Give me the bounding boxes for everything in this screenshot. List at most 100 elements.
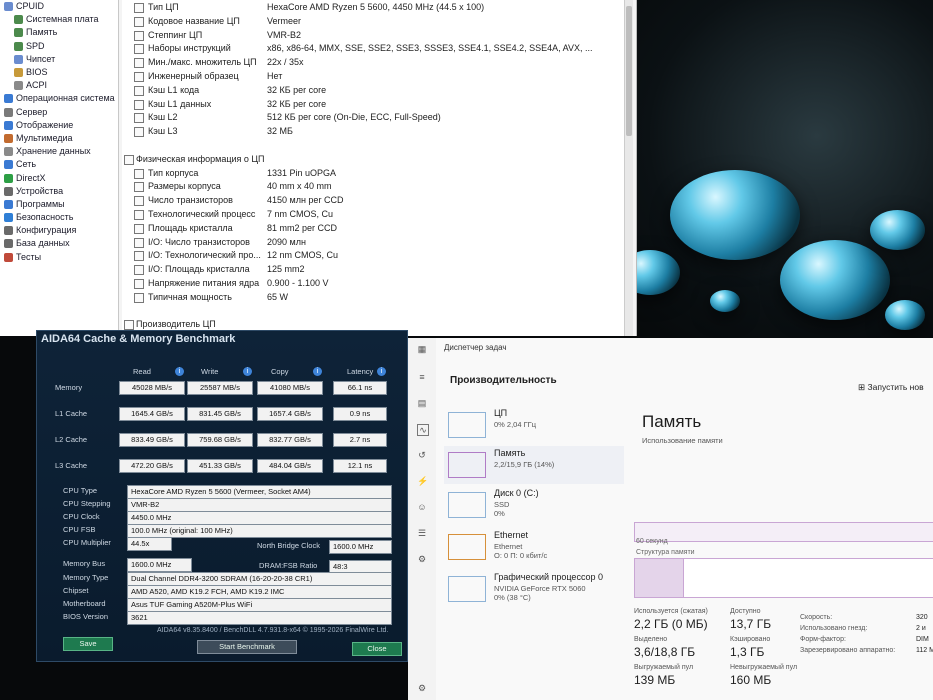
- property-row[interactable]: Степпинг ЦП VMR-B2: [122, 29, 622, 42]
- property-label: Кэш L1 данных: [148, 98, 212, 109]
- property-row[interactable]: Кэш L1 данных 32 КБ per core: [122, 98, 622, 111]
- property-value: HexaCore AMD Ryzen 5 5600, 4450 MHz (44.…: [267, 2, 485, 12]
- performance-item[interactable]: Ethernet Ethernet О: 0 П: 0 кбит/с: [444, 528, 624, 566]
- details-icon[interactable]: ☰: [417, 528, 427, 538]
- startup-icon[interactable]: ⚡: [417, 476, 428, 486]
- cpu-stepping-label: CPU Stepping: [63, 499, 111, 508]
- property-row[interactable]: Наборы инструкций x86, x86-64, MMX, SSE, …: [122, 42, 622, 55]
- property-row[interactable]: Кэш L2 512 КБ per core (On-Die, ECC, Full…: [122, 111, 622, 124]
- performance-item-sub: 0% 2,04 ГГц: [494, 420, 537, 429]
- memory-stat-value: 13,7 ГБ: [730, 617, 772, 631]
- start-benchmark-button[interactable]: Start Benchmark: [197, 640, 297, 654]
- performance-item[interactable]: ЦП 0% 2,04 ГГц: [444, 406, 624, 444]
- info-icon[interactable]: i: [377, 367, 386, 376]
- property-row[interactable]: Число транзисторов 4150 млн per CCD: [122, 194, 622, 207]
- tree-item-label: Операционная система: [16, 93, 115, 104]
- tree-item[interactable]: SPD: [0, 40, 118, 53]
- tree-item[interactable]: Чипсет: [0, 53, 118, 66]
- tree-item[interactable]: DirectX: [0, 171, 118, 184]
- benchmark-result-value: 831.45 GB/s: [187, 407, 253, 421]
- property-row[interactable]: I/O: Площадь кристалла 125 mm2: [122, 263, 622, 276]
- property-icon: [134, 113, 144, 124]
- benchmark-result-value: 2.7 ns: [333, 433, 387, 447]
- property-value: 32 КБ per core: [267, 84, 327, 95]
- property-row[interactable]: Физическая информация о ЦП: [122, 153, 622, 166]
- info-icon[interactable]: i: [175, 367, 184, 376]
- tree-item[interactable]: BIOS: [0, 66, 118, 79]
- tree-item[interactable]: Операционная система: [0, 92, 118, 105]
- property-row[interactable]: [122, 305, 622, 318]
- benchmark-result-value: 41080 MB/s: [257, 381, 323, 395]
- processes-icon[interactable]: ▤: [417, 398, 427, 408]
- tree-item-label: BIOS: [26, 67, 48, 78]
- tree-item[interactable]: Устройства: [0, 185, 118, 198]
- benchmark-column-header: Copy: [271, 367, 289, 376]
- tree-item[interactable]: Сервер: [0, 106, 118, 119]
- performance-item[interactable]: Диск 0 (C:) SSD 0%: [444, 486, 624, 524]
- tree-item-label: Мультимедиа: [16, 132, 73, 143]
- tree-item[interactable]: Конфигурация: [0, 224, 118, 237]
- performance-icon[interactable]: ∿: [417, 424, 429, 436]
- tree-item[interactable]: Системная плата: [0, 13, 118, 26]
- property-row[interactable]: Напряжение питания ядра 0.900 - 1.100 V: [122, 277, 622, 290]
- tree-item[interactable]: База данных: [0, 237, 118, 250]
- settings-gear-icon[interactable]: ⚙: [417, 683, 427, 693]
- run-new-task-button[interactable]: ⊞ Запустить нов: [858, 382, 924, 393]
- property-row[interactable]: I/O: Технологический про... 12 nm CMOS, C…: [122, 249, 622, 262]
- property-row[interactable]: Кодовое название ЦП Vermeer: [122, 15, 622, 28]
- tree-item[interactable]: Память: [0, 26, 118, 39]
- info-icon[interactable]: i: [243, 367, 252, 376]
- tree-item[interactable]: ACPI: [0, 79, 118, 92]
- save-button[interactable]: Save: [63, 637, 113, 651]
- tree-item[interactable]: Отображение: [0, 119, 118, 132]
- tree-item[interactable]: Тесты: [0, 251, 118, 264]
- services-icon[interactable]: ⚙: [417, 554, 427, 564]
- property-row[interactable]: I/O: Число транзисторов 2090 млн: [122, 236, 622, 249]
- database-icon: [4, 239, 13, 249]
- property-value: 40 mm x 40 mm: [267, 181, 332, 192]
- performance-item[interactable]: Графический процессор 0 NVIDIA GeForce RT…: [444, 570, 624, 608]
- tree-item[interactable]: Мультимедиа: [0, 132, 118, 145]
- tree-item[interactable]: Сеть: [0, 158, 118, 171]
- tree-item-label: SPD: [26, 40, 45, 51]
- navigation-tree[interactable]: CPUID Системная плата Память SPD Чипсет BIOS A…: [0, 0, 119, 336]
- property-row[interactable]: Мин./макс. множитель ЦП 22x / 35x: [122, 56, 622, 69]
- tree-item[interactable]: Безопасность: [0, 211, 118, 224]
- performance-item-sub: Ethernet: [494, 542, 523, 551]
- property-row[interactable]: Площадь кристалла 81 mm2 per CCD: [122, 222, 622, 235]
- tree-item-label: Устройства: [16, 185, 64, 196]
- property-value: 512 КБ per core (On-Die, ECC, Full-Speed…: [267, 112, 441, 123]
- property-row[interactable]: Размеры корпуса 40 mm x 40 mm: [122, 180, 622, 193]
- scrollbar-thumb[interactable]: [626, 6, 632, 136]
- tree-item[interactable]: Хранение данных: [0, 145, 118, 158]
- close-button[interactable]: Close: [352, 642, 402, 656]
- property-icon: [134, 265, 144, 276]
- performance-item[interactable]: Память 2,2/15,9 ГБ (14%): [444, 446, 624, 484]
- benchmark-result-value: 12.1 ns: [333, 459, 387, 473]
- property-value: 12 nm CMOS, Cu: [267, 250, 339, 261]
- property-row[interactable]: Инженерный образец Нет: [122, 70, 622, 83]
- tree-item-label: Системная плата: [26, 14, 99, 25]
- cpu-multiplier-label: CPU Multiplier: [63, 538, 111, 547]
- property-row[interactable]: Технологический процесс 7 nm CMOS, Cu: [122, 208, 622, 221]
- app-history-icon[interactable]: ↺: [417, 450, 427, 460]
- memory-usage-label: Использование памяти: [642, 436, 723, 445]
- info-icon[interactable]: i: [313, 367, 322, 376]
- memory-detail-label: Форм-фактор:: [800, 636, 846, 643]
- property-row[interactable]: [122, 139, 622, 152]
- property-icon: [134, 223, 144, 234]
- menu-icon[interactable]: ≡: [417, 372, 427, 382]
- users-icon[interactable]: ☺: [417, 502, 427, 512]
- performance-item-sub: NVIDIA GeForce RTX 5060: [494, 584, 586, 593]
- tree-item[interactable]: Программы: [0, 198, 118, 211]
- property-row[interactable]: Типичная мощность 65 W: [122, 291, 622, 304]
- tree-item[interactable]: CPUID: [0, 0, 118, 13]
- property-row[interactable]: Кэш L1 кода 32 КБ per core: [122, 84, 622, 97]
- vertical-scrollbar[interactable]: [624, 0, 633, 336]
- property-row[interactable]: Кэш L3 32 МБ: [122, 125, 622, 138]
- memory-stat-label: Выгружаемый пул: [634, 664, 694, 671]
- property-row[interactable]: Тип корпуса 1331 Pin uOPGA: [122, 167, 622, 180]
- memory-composition-bar: [634, 558, 933, 598]
- property-icon: [134, 182, 144, 193]
- property-row[interactable]: Тип ЦП HexaCore AMD Ryzen 5 5600, 4450 MH…: [122, 1, 622, 14]
